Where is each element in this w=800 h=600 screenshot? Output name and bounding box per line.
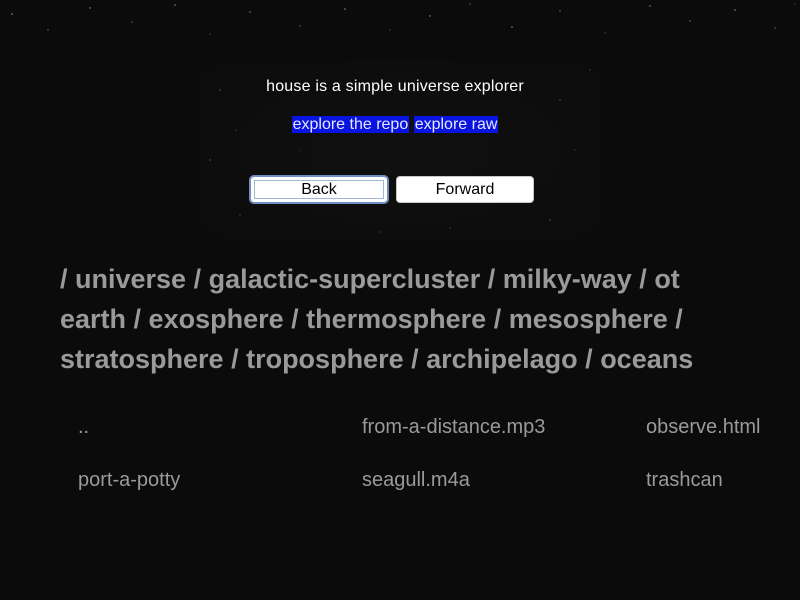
breadcrumb-item-stratosphere[interactable]: stratosphere (60, 344, 224, 374)
breadcrumb-item-exosphere[interactable]: exosphere (149, 304, 284, 334)
breadcrumb-separator: / (403, 344, 427, 374)
breadcrumb-separator: / (186, 264, 209, 294)
breadcrumb-separator: / (480, 264, 503, 294)
breadcrumb-line-2: earth / exosphere / thermosphere / mesos… (60, 299, 800, 339)
breadcrumb-item-thermosphere[interactable]: thermosphere (306, 304, 486, 334)
breadcrumb-item-galactic-supercluster[interactable]: galactic-supercluster (209, 264, 481, 294)
explore-repo-link[interactable]: explore the repo (291, 116, 410, 133)
header-links: explore the repo explore raw (0, 116, 790, 134)
breadcrumb-item-troposphere[interactable]: troposphere (246, 344, 404, 374)
breadcrumb-separator: / (126, 304, 149, 334)
breadcrumb-separator: / (283, 304, 307, 334)
file-list: .. from-a-distance.mp3 observe.html port… (78, 416, 800, 491)
file-item-from-a-distance[interactable]: from-a-distance.mp3 (362, 416, 646, 438)
tagline: house is a simple universe explorer (266, 78, 524, 95)
breadcrumb-separator: / (631, 264, 655, 294)
breadcrumb-item-mesosphere[interactable]: mesosphere (509, 304, 668, 334)
file-item-seagull[interactable]: seagull.m4a (362, 469, 646, 491)
breadcrumb-line-1: / universe / galactic-supercluster / mil… (60, 259, 800, 299)
file-item-observe[interactable]: observe.html (646, 416, 800, 438)
breadcrumb-separator: / (486, 304, 509, 334)
breadcrumb-line-3: stratosphere / troposphere / archipelago… (60, 339, 800, 379)
file-item-trashcan[interactable]: trashcan (646, 469, 800, 491)
breadcrumb-item-oceans[interactable]: oceans (600, 344, 693, 374)
breadcrumb-separator: / (577, 344, 601, 374)
back-button[interactable]: Back (249, 175, 389, 204)
navigation-buttons: Back Forward (249, 175, 534, 204)
forward-button[interactable]: Forward (396, 176, 534, 203)
file-item-parent-dir[interactable]: .. (78, 416, 362, 438)
breadcrumb-separator: / (223, 344, 247, 374)
breadcrumb-item-milky-way[interactable]: milky-way (503, 264, 632, 294)
breadcrumb-item-earth[interactable]: earth (60, 304, 126, 334)
breadcrumb-item-truncated[interactable]: ot (654, 264, 679, 294)
breadcrumb-item-universe[interactable]: universe (75, 264, 186, 294)
explore-raw-link[interactable]: explore raw (413, 116, 499, 133)
file-item-port-a-potty[interactable]: port-a-potty (78, 469, 362, 491)
breadcrumb-separator: / (667, 304, 683, 334)
breadcrumb-item-archipelago[interactable]: archipelago (426, 344, 578, 374)
breadcrumb-separator: / (60, 264, 76, 294)
breadcrumb: / universe / galactic-supercluster / mil… (60, 259, 800, 379)
